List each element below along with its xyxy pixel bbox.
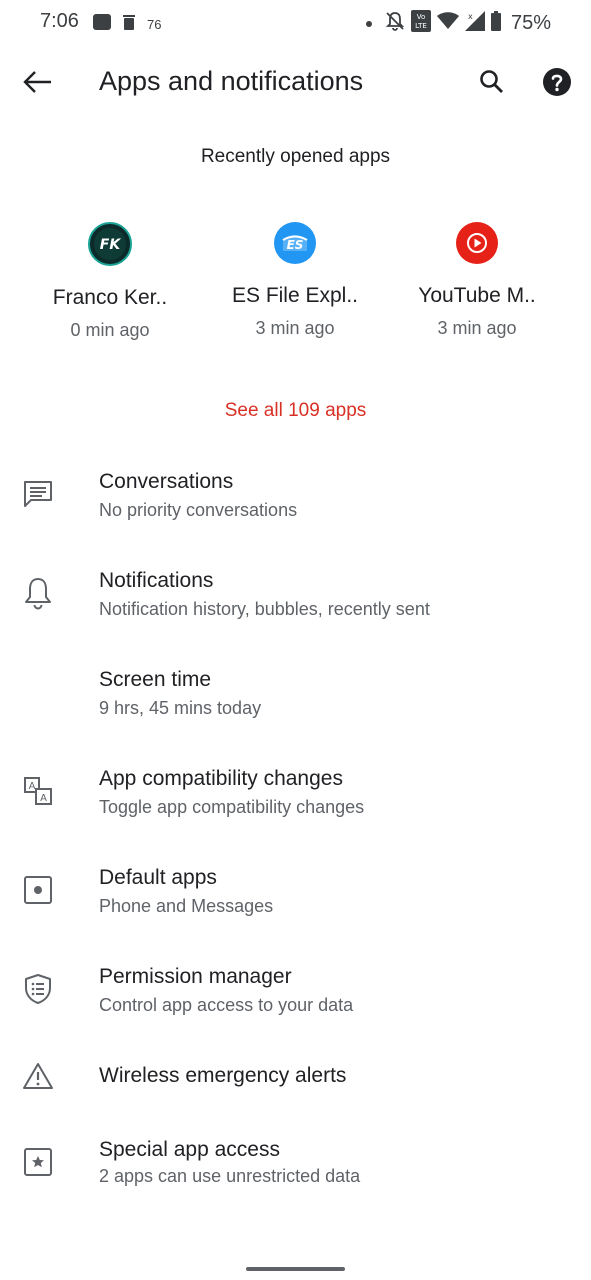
notification-square-icon xyxy=(93,14,111,35)
franco-kernel-icon: FK xyxy=(88,222,132,266)
default-apps-icon xyxy=(18,870,58,910)
setting-title: Screen time xyxy=(99,668,212,691)
bell-icon xyxy=(18,573,58,613)
translate-icon: AA xyxy=(18,771,58,811)
svg-text:Vo: Vo xyxy=(417,13,426,21)
svg-text:A: A xyxy=(29,781,36,792)
star-box-icon xyxy=(18,1142,58,1182)
setting-title: App compatibility changes xyxy=(99,767,343,790)
signal-icon: x xyxy=(464,11,485,36)
recent-app-time: 3 min ago xyxy=(255,318,335,338)
svg-text:FK: FK xyxy=(100,237,122,253)
gesture-nav-handle[interactable] xyxy=(246,1267,345,1271)
recent-app-franco-kernel[interactable]: FK Franco Ker.. 0 min ago xyxy=(20,222,200,341)
setting-screen-time[interactable]: Screen time 9 hrs, 45 mins today xyxy=(0,648,591,738)
help-circle-icon xyxy=(542,67,572,102)
setting-subtitle: Notification history, bubbles, recently … xyxy=(99,599,430,619)
setting-permission-manager[interactable]: Permission manager Control app access to… xyxy=(0,945,591,1035)
dot-icon xyxy=(365,15,373,33)
es-file-explorer-icon: ES xyxy=(274,222,316,264)
status-time: 7:06 xyxy=(40,10,79,32)
setting-special-app-access[interactable]: Special app access 2 apps can use unrest… xyxy=(0,1118,591,1208)
setting-subtitle: 2 apps can use unrestricted data xyxy=(99,1166,361,1186)
recent-app-name: Franco Ker.. xyxy=(52,286,168,309)
setting-subtitle: Control app access to your data xyxy=(99,995,354,1015)
svg-text:x: x xyxy=(468,12,473,21)
search-icon xyxy=(479,69,505,100)
battery-icon xyxy=(490,11,501,36)
recent-apps-header: Recently opened apps xyxy=(200,146,391,167)
recent-app-es-file-explorer[interactable]: ES ES File Expl.. 3 min ago xyxy=(205,222,385,339)
app-bar: Apps and notifications xyxy=(0,52,591,116)
recent-app-time: 0 min ago xyxy=(70,320,150,340)
recent-app-name: YouTube M.. xyxy=(418,284,536,307)
volte-icon: Vo LTE xyxy=(410,10,431,37)
setting-subtitle: Toggle app compatibility changes xyxy=(99,797,365,817)
setting-wireless-emergency-alerts[interactable]: Wireless emergency alerts xyxy=(0,1044,591,1110)
shield-list-icon xyxy=(18,969,58,1009)
status-left-icons: 76 xyxy=(93,14,161,35)
bell-off-icon xyxy=(385,11,405,36)
warning-icon xyxy=(18,1056,58,1096)
recent-app-time: 3 min ago xyxy=(437,318,517,338)
status-right-icons: Vo LTE x 75% xyxy=(365,10,551,37)
setting-subtitle: No priority conversations xyxy=(99,500,298,520)
setting-app-compatibility[interactable]: AA App compatibility changes Toggle app … xyxy=(0,747,591,837)
status-bar: 7:06 76 Vo LTE x 75% xyxy=(0,0,591,46)
search-button[interactable] xyxy=(472,64,512,104)
setting-notifications[interactable]: Notifications Notification history, bubb… xyxy=(0,549,591,639)
help-button[interactable] xyxy=(537,64,577,104)
setting-conversations[interactable]: Conversations No priority conversations xyxy=(0,450,591,540)
chat-icon xyxy=(18,474,58,514)
svg-text:LTE: LTE xyxy=(415,22,427,30)
recent-app-name: ES File Expl.. xyxy=(231,284,359,307)
arrow-left-icon xyxy=(23,70,53,99)
battery-level: 75% xyxy=(510,12,551,34)
svg-text:ES: ES xyxy=(287,238,304,252)
page-title: Apps and notifications xyxy=(99,66,364,96)
recent-app-youtube-music[interactable]: YouTube M.. 3 min ago xyxy=(387,222,567,339)
setting-title: Conversations xyxy=(99,470,234,493)
setting-subtitle: Phone and Messages xyxy=(99,896,274,916)
trash-icon xyxy=(123,14,135,35)
youtube-music-icon xyxy=(456,222,498,264)
setting-title: Default apps xyxy=(99,866,217,889)
setting-default-apps[interactable]: Default apps Phone and Messages xyxy=(0,846,591,936)
back-button[interactable] xyxy=(18,64,58,104)
setting-title: Notifications xyxy=(99,569,214,592)
setting-title: Special app access xyxy=(99,1138,280,1161)
svg-text:A: A xyxy=(40,793,47,804)
see-all-apps-link[interactable]: See all 109 apps xyxy=(0,400,591,422)
setting-subtitle: 9 hrs, 45 mins today xyxy=(99,698,262,718)
setting-title: Permission manager xyxy=(99,965,292,988)
notification-count: 76 xyxy=(147,17,162,32)
setting-title: Wireless emergency alerts xyxy=(99,1064,347,1087)
wifi-icon xyxy=(436,12,459,35)
